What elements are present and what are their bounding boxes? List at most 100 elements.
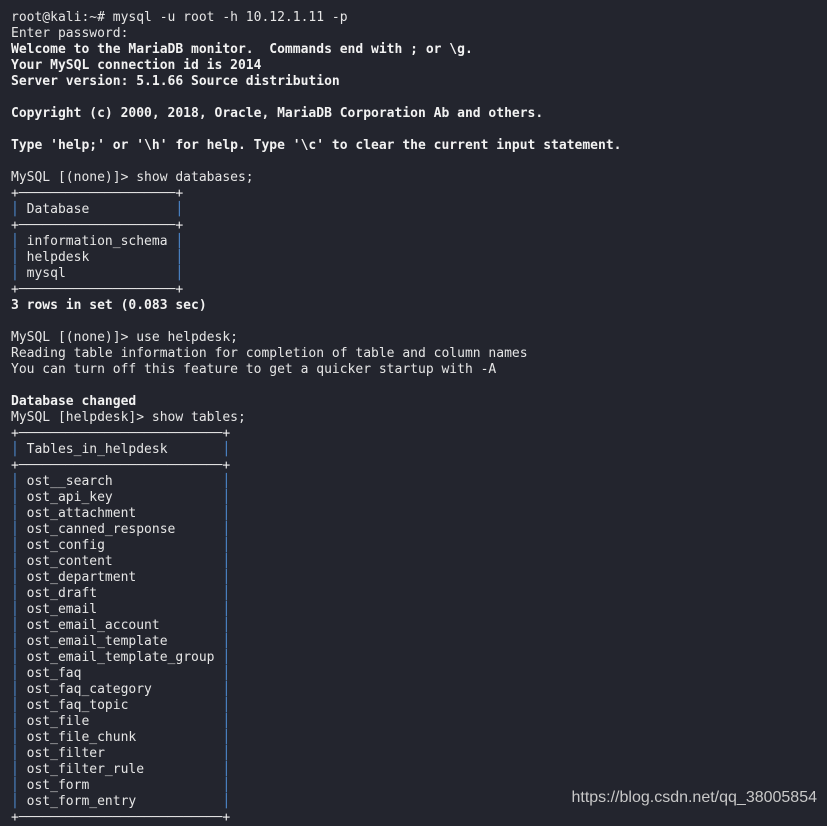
table-pipe: │ [222, 730, 231, 745]
table-pipe: │ [11, 602, 19, 617]
table-pipe: │ [222, 602, 231, 617]
table-pipe: │ [11, 698, 19, 713]
table-cell: ost_email [18, 602, 223, 617]
table-border-line: ──────────────────── [18, 282, 176, 297]
tables-table-border: +──────────────────────────+ [11, 458, 621, 474]
table-border-line: ──────────────────── [18, 218, 176, 233]
table-pipe: │ [175, 250, 184, 265]
blank [11, 122, 621, 138]
table-border-line: ────────────────────────── [18, 426, 223, 441]
mysql-command: MySQL [(none)]> show databases; [11, 170, 254, 185]
terminal-output[interactable]: root@kali:~# mysql -u root -h 10.12.1.11… [11, 10, 621, 826]
table-corner: + [11, 186, 19, 201]
databases-table-border: +────────────────────+ [11, 186, 621, 202]
banner-line: Your MySQL connection id is 2014 [11, 58, 262, 73]
table-row: │ ost_attachment │ [11, 506, 621, 522]
table-cell: ost_department [18, 570, 223, 585]
table-row: │ ost_email_account │ [11, 618, 621, 634]
table-cell: ost_file [18, 714, 223, 729]
table-pipe: │ [222, 538, 231, 553]
table-row: │ ost_form_entry │ [11, 794, 621, 810]
table-pipe: │ [222, 714, 231, 729]
table-cell: ost_content [18, 554, 223, 569]
table-pipe: │ [11, 538, 19, 553]
tables-table-border: +──────────────────────────+ [11, 810, 621, 826]
table-pipe: │ [11, 570, 19, 585]
table-cell: ost_email_template_group [18, 650, 223, 665]
table-pipe: │ [222, 682, 231, 697]
table-cell: ost_filter_rule [18, 762, 223, 777]
table-row: │ ost_filter │ [11, 746, 621, 762]
table-row: │ mysql │ [11, 266, 621, 282]
table-row: │ ost_email_template │ [11, 634, 621, 650]
table-cell: ost_email_template [18, 634, 223, 649]
table-corner: + [11, 810, 19, 825]
table-pipe: │ [11, 266, 19, 281]
table-pipe: │ [11, 554, 19, 569]
copyright-line: Copyright (c) 2000, 2018, Oracle, MariaD… [11, 106, 544, 121]
password-prompt: Enter password: [11, 26, 129, 41]
table-cell: mysql [18, 266, 176, 281]
blank [11, 90, 621, 106]
table-pipe: │ [175, 202, 184, 217]
table-pipe: │ [11, 746, 19, 761]
table-cell: ost_attachment [18, 506, 223, 521]
table-border-line: ──────────────────── [18, 186, 176, 201]
table-corner: + [11, 426, 19, 441]
table-row: │ information_schema │ [11, 234, 621, 250]
table-corner: + [222, 426, 231, 441]
table-cell: ost_config [18, 538, 223, 553]
table-row: │ ost_faq │ [11, 666, 621, 682]
table-pipe: │ [222, 618, 231, 633]
table-pipe: │ [222, 586, 231, 601]
table-pipe: │ [222, 554, 231, 569]
table-border-line: ────────────────────────── [18, 810, 223, 825]
table-cell: ost_draft [18, 586, 223, 601]
table-cell: ost_form_entry [18, 794, 223, 809]
table-row: │ helpdesk │ [11, 250, 621, 266]
table-row: │ ost_draft │ [11, 586, 621, 602]
table-row: │ ost_email │ [11, 602, 621, 618]
table-pipe: │ [11, 762, 19, 777]
table-pipe: │ [11, 250, 19, 265]
table-pipe: │ [222, 650, 231, 665]
table-cell: Tables_in_helpdesk [18, 442, 223, 457]
table-row: │ ost_form │ [11, 778, 621, 794]
table-row: │ ost_faq_category │ [11, 682, 621, 698]
banner-line: Welcome to the MariaDB monitor. Commands… [11, 42, 473, 57]
table-cell: ost_email_account [18, 618, 223, 633]
table-corner: + [175, 186, 184, 201]
table-row: │ ost_api_key │ [11, 490, 621, 506]
blank [11, 378, 621, 394]
table-pipe: │ [11, 586, 19, 601]
table-pipe: │ [222, 506, 231, 521]
databases-table-header: │ Database │ [11, 202, 621, 218]
table-pipe: │ [222, 794, 231, 809]
table-corner: + [11, 282, 19, 297]
table-pipe: │ [11, 794, 19, 809]
tables-table-header: │ Tables_in_helpdesk │ [11, 442, 621, 458]
banner-line: Server version: 5.1.66 Source distributi… [11, 74, 340, 89]
table-corner: + [175, 218, 184, 233]
table-pipe: │ [11, 778, 19, 793]
table-cell: ost_form [18, 778, 223, 793]
table-pipe: │ [222, 746, 231, 761]
table-cell: ost_filter [18, 746, 223, 761]
table-cell: information_schema [18, 234, 176, 249]
table-pipe: │ [222, 522, 231, 537]
table-row: │ ost_canned_response │ [11, 522, 621, 538]
table-pipe: │ [222, 698, 231, 713]
table-pipe: │ [175, 266, 184, 281]
table-border-line: ────────────────────────── [18, 458, 223, 473]
table-cell: ost__search [18, 474, 223, 489]
table-row: │ ost__search │ [11, 474, 621, 490]
table-pipe: │ [11, 522, 19, 537]
mysql-command: MySQL [helpdesk]> show tables; [11, 410, 246, 425]
table-cell: ost_faq_category [18, 682, 223, 697]
table-cell: helpdesk [18, 250, 176, 265]
watermark: https://blog.csdn.net/qq_38005854 [571, 789, 817, 806]
result-summary: 3 rows in set (0.083 sec) [11, 298, 207, 313]
table-pipe: │ [11, 474, 19, 489]
table-cell: ost_file_chunk [18, 730, 223, 745]
table-pipe: │ [222, 442, 231, 457]
